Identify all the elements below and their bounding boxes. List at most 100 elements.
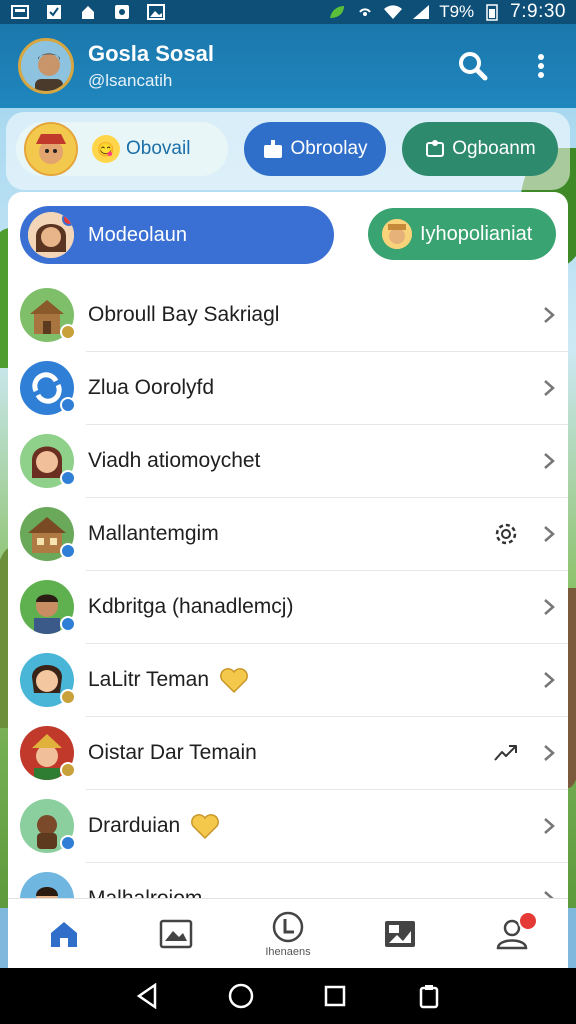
status-badge: [60, 469, 76, 486]
chevron-right-icon: [544, 452, 555, 469]
list-item[interactable]: Mallantemgim: [8, 497, 568, 570]
list-item[interactable]: Viadh atiomoychet: [8, 424, 568, 497]
photos-icon: [159, 919, 193, 948]
contact-list: Obroull Bay Sakriagl Zlua Oorolyfd Viadh…: [8, 278, 568, 908]
more-vert-icon[interactable]: [524, 49, 558, 83]
inbox-icon: [262, 139, 284, 159]
heart-emoji-icon: [219, 666, 249, 694]
check-notification-icon: [44, 4, 64, 20]
chip-label: Ogboanm: [452, 138, 536, 159]
recents-icon[interactable]: [321, 982, 349, 1010]
list-item[interactable]: LaLitr Teman: [8, 643, 568, 716]
avatar: [28, 212, 74, 258]
chevron-right-icon: [544, 598, 555, 615]
status-badge: [60, 323, 76, 340]
app-actions: [456, 49, 558, 83]
home-notification-icon: [78, 4, 98, 20]
app-bar: Gosla Sosal @lsancatih: [0, 24, 576, 108]
battery-percent: T9%: [439, 2, 475, 21]
status-badge: [60, 834, 76, 851]
chip-obroolay[interactable]: Obroolay: [244, 122, 386, 176]
avatar: [382, 219, 412, 249]
user-handle: @lsancatih: [88, 71, 173, 90]
home-circle-icon[interactable]: [227, 982, 255, 1010]
signal-icon: [411, 4, 431, 20]
nav-profile[interactable]: [456, 899, 568, 968]
chevron-right-icon: [544, 744, 555, 761]
timeline-icon: [272, 911, 304, 942]
leaf-status-icon: [327, 4, 347, 20]
list-item-label: LaLitr Teman: [88, 667, 210, 691]
avatar: [20, 652, 76, 707]
avatar: [20, 798, 76, 853]
avatar: [20, 506, 76, 561]
nav-photos[interactable]: [120, 899, 232, 968]
settings-icon[interactable]: [492, 520, 520, 548]
chip-label: Obroolay: [290, 138, 368, 159]
avatar: [20, 579, 76, 634]
list-item-label: Mallantemgim: [88, 521, 219, 545]
list-item-label: Viadh atiomoychet: [88, 448, 261, 472]
app-title: Gosla Sosal: [88, 41, 214, 66]
avatar: [20, 360, 76, 415]
list-item-label: Obroull Bay Sakriagl: [88, 302, 280, 326]
chevron-right-icon: [544, 525, 555, 542]
puzzle-icon: [424, 139, 446, 159]
avatar[interactable]: [18, 38, 74, 94]
share-icon[interactable]: [492, 740, 520, 766]
status-badge: [60, 615, 76, 632]
wifi-icon: [383, 4, 403, 20]
tab-modeolaun[interactable]: Modeolaun: [20, 206, 334, 264]
list-item-label: Drarduian: [88, 813, 181, 837]
notification-square-icon: [10, 4, 30, 20]
nav-gallery[interactable]: [344, 899, 456, 968]
chip-avatar: [24, 122, 78, 176]
app-titles: Gosla Sosal @lsancatih: [88, 41, 214, 91]
avatar: [20, 433, 76, 488]
list-item[interactable]: Zlua Oorolyfd: [8, 351, 568, 424]
status-bar: T9% 7:9:30: [0, 0, 576, 24]
notification-icons: [10, 4, 166, 20]
status-right: T9% 7:9:30: [327, 1, 566, 23]
chip-ogboanm[interactable]: Ogboanm: [402, 122, 558, 176]
bottom-nav: Ihenaens: [8, 898, 568, 968]
nav-label: Ihenaens: [265, 945, 311, 958]
list-item[interactable]: Kdbritga (hanadlemcj): [8, 570, 568, 643]
notification-badge: [518, 911, 538, 931]
status-badge: [60, 396, 76, 413]
tab-iyhopolianiat[interactable]: Iyhopolianiat: [368, 208, 556, 260]
home-icon: [51, 921, 77, 947]
chip-obovail[interactable]: 😋 Obovail: [16, 122, 228, 176]
list-item[interactable]: Obroull Bay Sakriagl: [8, 278, 568, 351]
main-panel: Modeolaun Iyhopolianiat Obroull Bay Sakr…: [8, 192, 568, 908]
chevron-right-icon: [544, 379, 555, 396]
nav-home[interactable]: [8, 899, 120, 968]
emoji-icon: 😋: [92, 135, 120, 163]
avatar: [20, 725, 76, 780]
heart-emoji-icon: [190, 812, 220, 840]
status-badge: [60, 542, 76, 559]
search-icon[interactable]: [456, 49, 490, 83]
system-nav-bar: [0, 968, 576, 1024]
battery-icon: [482, 4, 502, 21]
app-notification-icon: [112, 4, 132, 20]
clipboard-icon[interactable]: [415, 982, 443, 1010]
back-icon[interactable]: [133, 982, 161, 1010]
clock: 7:9:30: [510, 1, 566, 22]
chevron-right-icon: [544, 817, 555, 834]
nav-timeline[interactable]: Ihenaens: [232, 899, 344, 968]
list-item[interactable]: Drarduian: [8, 789, 568, 862]
status-badge: [60, 688, 76, 705]
list-item-label: Kdbritga (hanadlemcj): [88, 594, 294, 618]
hotspot-icon: [355, 4, 375, 20]
list-item[interactable]: Oistar Dar Temain: [8, 716, 568, 789]
notification-badge: [62, 212, 74, 226]
chevron-right-icon: [544, 306, 555, 323]
list-item-label: Oistar Dar Temain: [88, 740, 257, 764]
image-notification-icon: [146, 4, 166, 20]
avatar: [20, 287, 76, 342]
list-item-label: Zlua Oorolyfd: [88, 375, 215, 399]
chip-label: Obovail: [126, 138, 191, 159]
gallery-icon: [385, 920, 415, 947]
tab-label: Iyhopolianiat: [420, 222, 533, 245]
